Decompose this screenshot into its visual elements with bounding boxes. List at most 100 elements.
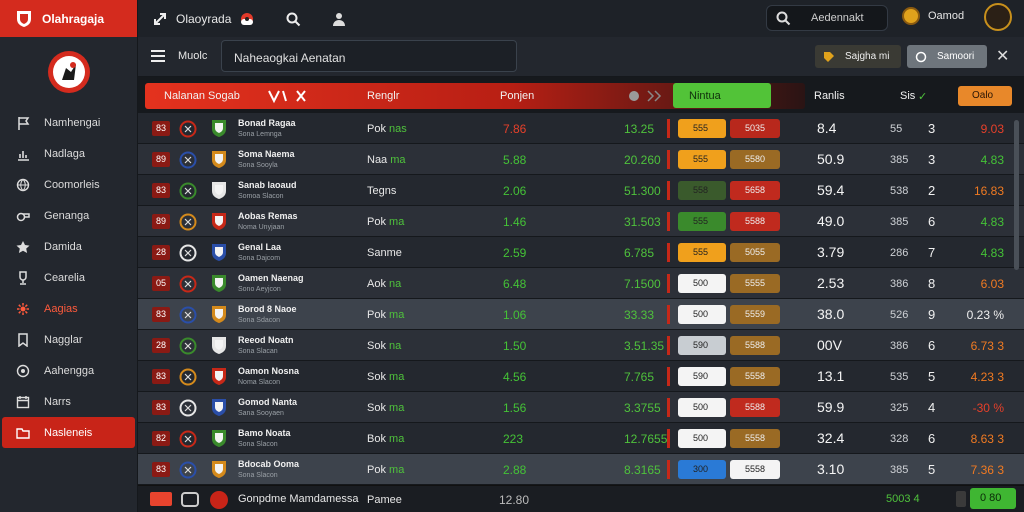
stat-badge-1[interactable]: 555: [678, 150, 726, 169]
coin-balance[interactable]: Oamod: [902, 7, 964, 25]
check-icon[interactable]: ✓: [918, 90, 927, 103]
divider: [667, 181, 670, 200]
footer-team: Gonpdme Mamdamessa: [238, 493, 359, 505]
stat-badge-1[interactable]: 590: [678, 336, 726, 355]
summary-button[interactable]: Samoori: [907, 45, 987, 68]
sidebar-item-0[interactable]: Namhengai: [0, 107, 137, 138]
chevron-right-icon[interactable]: [628, 89, 664, 103]
sidebar-item-9[interactable]: Narrs: [0, 386, 137, 417]
team-subtitle: Sona Slacan: [238, 348, 278, 355]
team-name-text: Aobas Remas: [238, 211, 298, 221]
table-row[interactable]: 83 Bonad Ragaa Sona Lemnga Pok nas 7.86 13.25…: [138, 113, 1024, 144]
pokeball-icon[interactable]: [239, 11, 255, 27]
stat-badge-1[interactable]: 500: [678, 305, 726, 324]
sidebar-item-5[interactable]: Cearelia: [0, 262, 137, 293]
table-row[interactable]: 83 Bdocab Ooma Sona Slacon Pok ma 2.88 8.3165…: [138, 454, 1024, 485]
table-row[interactable]: 05 Oamen Naenag Sono Aeyjcon Aok na 6.48 7.15…: [138, 268, 1024, 299]
sidebar-item-8[interactable]: Aahengga: [0, 355, 137, 386]
col5-value: 3.79: [817, 244, 845, 260]
stat-badge-1[interactable]: 590: [678, 367, 726, 386]
sidebar-item-label: Narrs: [44, 395, 71, 408]
coin-label: Oamod: [928, 10, 965, 22]
club-crest-icon: [212, 306, 226, 323]
sort-icon[interactable]: [267, 88, 309, 104]
sidebar-item-3[interactable]: Genanga: [0, 200, 137, 231]
sidebar-item-10[interactable]: Nasleneis: [2, 417, 135, 448]
sidebar-item-1[interactable]: Nadlaga: [0, 138, 137, 169]
col7-value: 5: [928, 369, 936, 384]
stat-badge-1[interactable]: 500: [678, 274, 726, 293]
stat-badge-2[interactable]: 5558: [730, 460, 780, 479]
table-row[interactable]: 83 Sanab laoaud Somoa Slacon Tegns 2.06 51.3…: [138, 175, 1024, 206]
table-row[interactable]: 83 Gomod Nanta Sana Sooyaen Sok ma 1.56 3.375…: [138, 392, 1024, 423]
table-row[interactable]: 28 Reeod Noatn Sona Slacan Sok na 1.50 3.51.3…: [138, 330, 1024, 361]
table-row[interactable]: 83 Oamon Nosna Noma Slacon Sok ma 4.56 7.765 5…: [138, 361, 1024, 392]
stat-badge-1[interactable]: 500: [678, 429, 726, 448]
col2-suffix: na: [389, 278, 402, 290]
avatar[interactable]: [984, 3, 1012, 31]
col3-value: 1.06: [503, 308, 527, 322]
scrollbar[interactable]: [1014, 120, 1019, 270]
stat-badge-2[interactable]: 5055: [730, 243, 780, 262]
app-brand[interactable]: Olahragaja: [0, 0, 137, 37]
header-col8[interactable]: Oalo: [958, 86, 1012, 106]
col3-value: 7.86: [503, 122, 527, 136]
stat-badge-2[interactable]: 5559: [730, 305, 780, 324]
col2-suffix: nas: [389, 123, 407, 135]
table-row[interactable]: 28 Genal Laa Sona Dajcom Sanme 2.59 6.785 555…: [138, 237, 1024, 268]
table-row[interactable]: 89 Aobas Remas Noma Unyjaan Pok ma 1.46 31.50…: [138, 206, 1024, 237]
col2-value: Pok ma: [367, 464, 404, 476]
expand-icon[interactable]: [152, 11, 168, 27]
stat-badge-2[interactable]: 5588: [730, 212, 780, 231]
rank-badge: 83: [152, 369, 170, 384]
col2-text: Pok: [367, 464, 386, 476]
col7-value: 6: [928, 214, 936, 229]
stat-badge-2[interactable]: 5658: [730, 181, 780, 200]
table-row[interactable]: 82 Bamo Noata Sona Slacon Bok ma 223 12.7655 5…: [138, 423, 1024, 454]
header-team[interactable]: Nalanan Sogab: [164, 90, 240, 102]
stat-badge-1[interactable]: 558: [678, 181, 726, 200]
sidebar-item-label: Coomorleis: [44, 178, 100, 191]
stat-badge-1[interactable]: 555: [678, 212, 726, 231]
user-icon[interactable]: [331, 11, 347, 27]
stat-badge-2[interactable]: 5555: [730, 274, 780, 293]
stat-badge-2[interactable]: 5580: [730, 150, 780, 169]
stat-badge-1[interactable]: 555: [678, 243, 726, 262]
col2-text: Bok: [367, 433, 386, 445]
header-col5[interactable]: Ranlis: [814, 90, 845, 102]
sidebar-item-4[interactable]: Damida: [0, 231, 137, 262]
sidebar-item-7[interactable]: Nagglar: [0, 324, 137, 355]
close-icon[interactable]: ✕: [996, 46, 1009, 66]
col4-value: 33.33: [624, 308, 655, 322]
title-field[interactable]: Naheaogkai Aenatan: [221, 40, 517, 72]
stat-badge-1[interactable]: 300: [678, 460, 726, 479]
menu-button[interactable]: Muolc: [150, 49, 207, 63]
stat-badge-1[interactable]: 555: [678, 119, 726, 138]
stat-badge-2[interactable]: 5588: [730, 398, 780, 417]
team-badge-icon: [179, 244, 197, 262]
search-icon[interactable]: [285, 11, 301, 27]
header-col7[interactable]: Sis: [900, 90, 915, 102]
col7-value: 6: [928, 338, 936, 353]
sidebar-item-6[interactable]: Aagias: [0, 293, 137, 324]
col2-value: Aok na: [367, 278, 401, 290]
search-box[interactable]: Aedennakt: [766, 5, 888, 31]
table-row[interactable]: 83 Borod 8 Naoe Sona Sdacon Pok ma 1.06 33.33…: [138, 299, 1024, 330]
trophy-icon: [19, 270, 27, 285]
header-col2[interactable]: Renglr: [367, 90, 399, 102]
header-col3[interactable]: Ponjen: [500, 90, 534, 102]
calendar-icon: [16, 395, 30, 408]
col7-value: 3: [928, 121, 936, 136]
stat-badge-2[interactable]: 5035: [730, 119, 780, 138]
col2-text: Tegns: [367, 185, 397, 197]
settings-button[interactable]: Sajgha mi: [815, 45, 901, 68]
table-row[interactable]: 89 Soma Naema Sona Sooyla Naa ma 5.88 20.260 5…: [138, 144, 1024, 175]
stat-badge-2[interactable]: 5558: [730, 429, 780, 448]
col2-value: Bok ma: [367, 433, 404, 445]
stat-badge-1[interactable]: 500: [678, 398, 726, 417]
header-col4[interactable]: Nintua: [673, 83, 771, 108]
stat-badge-2[interactable]: 5588: [730, 336, 780, 355]
sidebar-item-2[interactable]: Coomorleis: [0, 169, 137, 200]
footer-badge[interactable]: 0 80: [970, 488, 1016, 509]
stat-badge-2[interactable]: 5558: [730, 367, 780, 386]
